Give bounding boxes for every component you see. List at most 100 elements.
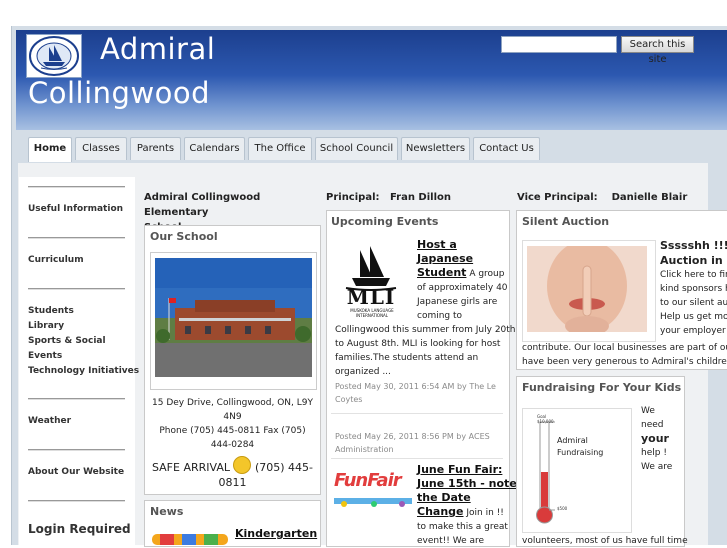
funfair-logo: FunFair — [334, 470, 412, 510]
fundraising-text-line5: We are — [641, 462, 673, 472]
event1-desc-line4: coming to — [417, 311, 463, 321]
tab-parents[interactable]: Parents — [130, 137, 181, 160]
auction-text-line2: kind sponsors h — [660, 284, 727, 294]
tab-calendars[interactable]: Calendars — [184, 137, 245, 160]
event1-title-line3-row: Student A group — [417, 266, 504, 281]
sidebar-login-heading: Login Required — [28, 522, 131, 536]
event1-title-line2[interactable]: Japanese — [417, 252, 473, 266]
fundraising-text-line1: We — [641, 406, 655, 416]
auction-text: Click here to fin kind sponsors h to our… — [660, 268, 727, 338]
address-line2: 4N9 — [223, 412, 242, 422]
event3-title[interactable]: June Fun Fair: June 15th - note the Date — [417, 463, 517, 505]
address-line1: 15 Dey Drive, Collingwood, ON, L9Y — [152, 398, 313, 408]
event-divider — [331, 458, 503, 459]
thermo-current-value: $500 — [557, 506, 568, 511]
tab-newsletters[interactable]: Newsletters — [401, 137, 470, 160]
event3-title-line2[interactable]: June 15th - note — [417, 477, 517, 491]
event1-desc-full: Collingwood this summer from July 20th t… — [335, 323, 516, 379]
funfair-logo-text: FunFair — [334, 470, 402, 491]
sidebar-divider — [28, 449, 125, 450]
sidebar-item-curriculum[interactable]: Curriculum — [28, 255, 84, 265]
fundraising-text-line4: help ! — [641, 448, 667, 458]
event3-desc-line1: Join in !! — [466, 508, 504, 518]
event1-title-line1[interactable]: Host a — [417, 238, 473, 252]
phone-line2: 444-0284 — [210, 440, 255, 450]
event1-desc-line2: of approximately 40 — [417, 283, 508, 293]
event3-desc-line3: event!! We are — [417, 536, 485, 546]
event3-row: Change Join in !! — [417, 505, 504, 520]
news-title: News — [150, 505, 184, 518]
event3-desc-line2: to make this a great — [417, 522, 508, 532]
auction-text-line6: contribute. Our local businesses are par… — [522, 343, 727, 353]
news-item-kindergarten[interactable]: Kindergarten — [235, 527, 317, 541]
sidebar-item-library[interactable]: Library — [28, 321, 64, 331]
sidebar-item-useful-information[interactable]: Useful Information — [28, 204, 123, 214]
sidebar-item-sports-social[interactable]: Sports & Social — [28, 336, 106, 346]
kindergarten-image — [152, 530, 228, 545]
sidebar-item-events[interactable]: Events — [28, 351, 62, 361]
auction-text-line1[interactable]: Click here to fin — [660, 268, 727, 282]
site-title-line2[interactable]: Collingwood — [28, 76, 210, 110]
safe-arrival-icon — [233, 456, 252, 474]
auction-photo[interactable] — [527, 246, 647, 332]
vp-label: Vice Principal: — [517, 192, 598, 203]
tab-classes[interactable]: Classes — [75, 137, 127, 160]
event1-title[interactable]: Host a Japanese — [417, 238, 473, 266]
sidebar-divider — [28, 237, 125, 238]
sidebar-item-technology[interactable]: Technology Initiatives — [28, 366, 139, 376]
thermo-label-line1: Admiral — [557, 436, 588, 445]
fundraising-title: Fundraising For Your Kids — [522, 381, 682, 394]
event1-meta: Posted May 30, 2011 6:54 AM by The Le Co… — [335, 380, 496, 406]
event2-meta-line1: Posted May 26, 2011 8:56 PM by ACES — [335, 432, 490, 441]
event2-meta: Posted May 26, 2011 8:56 PM by ACES Admi… — [335, 430, 490, 456]
tab-the-office[interactable]: The Office — [248, 137, 312, 160]
event1-desc-line8: organized ... — [335, 367, 391, 377]
thermo-label: Admiral Fundraising — [557, 435, 603, 459]
sidebar-item-weather[interactable]: Weather — [28, 416, 71, 426]
fundraising-text-line3: your — [641, 432, 669, 445]
principal-name: Fran Dillon — [389, 192, 451, 203]
safe-arrival-phone-end: 0811 — [218, 476, 247, 489]
event1-desc-line5: Collingwood this summer from July 20th — [335, 325, 516, 335]
fundraising-thermometer — [527, 412, 627, 528]
sidebar-item-about[interactable]: About Our Website — [28, 467, 124, 477]
principal-label: Principal: — [326, 192, 380, 203]
event-divider — [331, 413, 503, 414]
phone-line1: Phone (705) 445-0811 Fax (705) — [159, 426, 306, 436]
site-title-line1[interactable]: Admiral — [100, 32, 215, 66]
search-button[interactable]: Search this site — [621, 36, 694, 65]
auction-text-line7: have been very generous to Admiral's chi… — [522, 357, 727, 367]
event1-desc-line1: A group — [469, 269, 505, 279]
sidebar-divider — [28, 186, 125, 187]
event1-desc-line6: to August 8th. MLI is looking for host — [335, 339, 501, 349]
silent-auction-title: Silent Auction — [522, 215, 610, 228]
sidebar-divider — [28, 500, 125, 501]
fundraising-bottom-text: volunteers, most of us have full time — [522, 536, 688, 546]
sidebar-item-students[interactable]: Students — [28, 306, 74, 316]
search-input[interactable] — [501, 36, 617, 53]
event1-meta-line2: Coytes — [335, 395, 363, 404]
auction-headline-line2: Auction in p — [660, 254, 727, 267]
school-address: 15 Dey Drive, Collingwood, ON, L9Y 4N9 P… — [150, 396, 315, 452]
safe-arrival-label: SAFE ARRIVAL — [151, 461, 230, 474]
event3-title-line3[interactable]: the Date — [417, 491, 517, 505]
auction-text-line5: your employer i — [660, 326, 727, 336]
event3-desc: to make this a great event!! We are — [417, 520, 508, 548]
auction-headline: Ssssshh !!!; Auction in p — [660, 238, 727, 268]
safe-arrival: SAFE ARRIVAL (705) 445- 0811 — [150, 456, 315, 490]
thermo-goal: Goal $10,000 — [537, 414, 554, 424]
auction-text-bottom: contribute. Our local businesses are par… — [522, 341, 727, 369]
tab-home[interactable]: Home — [28, 137, 72, 162]
thermo-goal-value: $10,000 — [537, 419, 554, 424]
event3-title-line4[interactable]: Change — [417, 505, 464, 518]
safe-arrival-phone: (705) 445- — [254, 461, 314, 474]
vice-principal: Vice Principal: Danielle Blair — [517, 190, 687, 205]
fundraising-text: We need your help ! We are — [641, 404, 672, 474]
tab-contact-us[interactable]: Contact Us — [473, 137, 540, 160]
event3-title-line1[interactable]: June Fun Fair: — [417, 463, 517, 477]
school-crest-icon[interactable] — [26, 34, 82, 78]
tab-school-council[interactable]: School Council — [315, 137, 398, 160]
event1-title-line3[interactable]: Student — [417, 266, 466, 279]
auction-text-line4: Help us get mor — [660, 312, 727, 322]
school-photo[interactable] — [155, 258, 312, 377]
